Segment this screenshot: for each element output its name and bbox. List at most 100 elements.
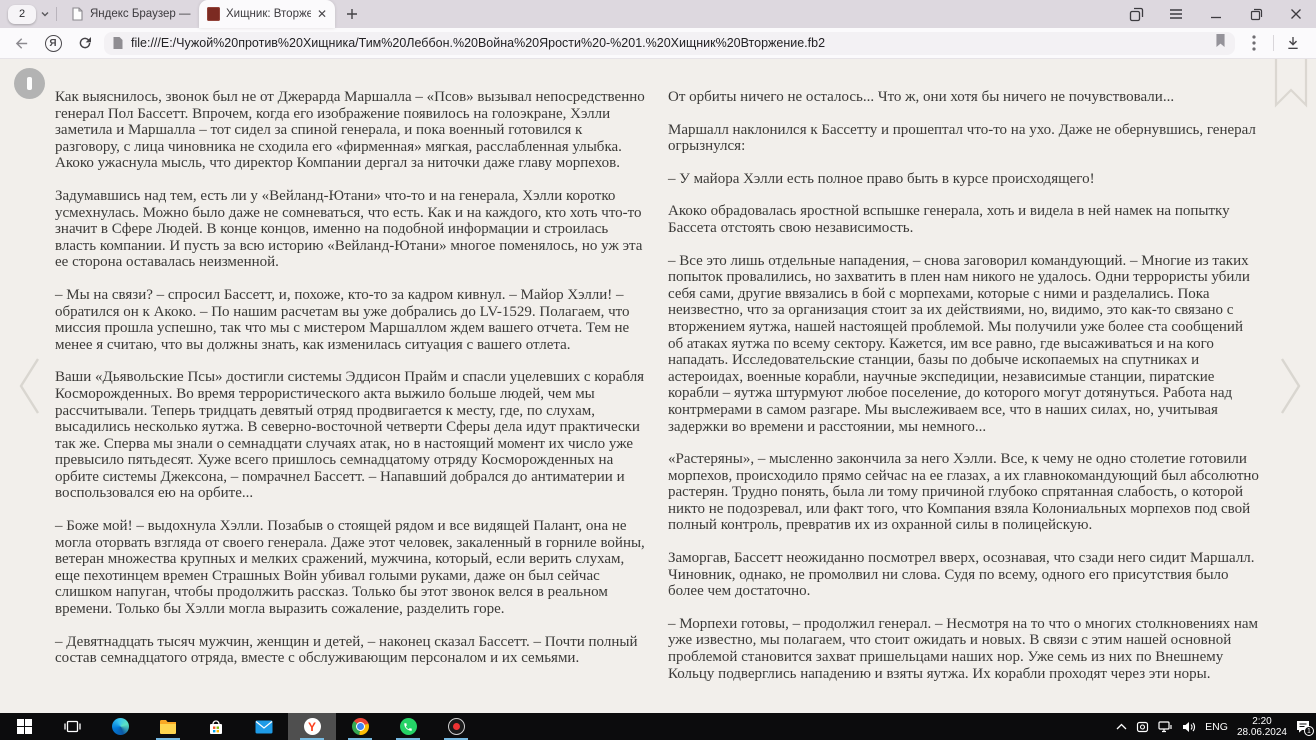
bookmark-ribbon-icon[interactable] [1274,59,1308,114]
chevron-left-icon [16,355,42,417]
taskbar-microsoft-store-button[interactable] [192,713,240,740]
tab-title: Яндекс Браузер — Выраж [90,8,191,20]
date-text: 28.06.2024 [1237,727,1287,738]
download-icon [1285,35,1301,51]
new-tab-button[interactable] [339,1,365,27]
paragraph: – Девятнадцать тысяч мужчин, женщин и де… [55,634,646,667]
taskbar-edge-button[interactable] [96,713,144,740]
bookmark-page-button[interactable] [1214,33,1227,53]
window-restore-button[interactable] [1236,0,1276,28]
paragraph: – Боже мой! – выдохнула Хэлли. Позабыв о… [55,518,646,618]
document-icon [71,7,84,21]
window-close-button[interactable] [1276,0,1316,28]
whatsapp-icon [400,718,417,735]
reload-button[interactable] [72,31,98,55]
browser-toolbar: Я file:///E:/Чужой%20против%20Хищника/Ти… [0,28,1316,59]
taskbar-screen-recorder-button[interactable] [432,713,480,740]
browser-menu-button[interactable] [1156,0,1196,28]
mail-icon [255,720,273,734]
tray-app-button[interactable] [1136,720,1149,733]
plus-icon [346,8,358,20]
browser-tab-bar: 2 Яндекс Браузер — Выраж Хищник: Вторжен… [0,0,1316,28]
taskbar-start-button[interactable] [0,713,48,740]
file-icon [112,36,124,50]
network-button[interactable] [1158,721,1173,733]
tray-expand-button[interactable] [1116,723,1127,730]
network-icon [1158,721,1173,733]
paragraph: «Растеряны», – мысленно закончила за нег… [668,451,1259,534]
chevron-down-icon [40,9,50,19]
taskbar-whatsapp-button[interactable] [384,713,432,740]
taskbar-mail-button[interactable] [240,713,288,740]
book-favicon-icon [207,7,220,21]
tab-list-chevron-button[interactable] [40,9,50,19]
downloads-button[interactable] [1280,31,1306,55]
restore-icon [1250,8,1263,21]
file-explorer-icon [159,719,177,734]
chevron-up-icon [1116,723,1127,730]
taskbar-chrome-button[interactable] [336,713,384,740]
url-text: file:///E:/Чужой%20против%20Хищника/Тим%… [131,36,1207,50]
paragraph: От орбиты ничего не осталось... Что ж, о… [668,89,1259,106]
tab-close-icon[interactable]: ✕ [317,8,327,20]
windows-taskbar: Y ENG 2:20 [0,713,1316,740]
time-text: 2:20 [1237,716,1287,727]
clock[interactable]: 2:20 28.06.2024 [1237,716,1287,738]
volume-button[interactable] [1182,721,1196,733]
reader-menu-button[interactable] [14,68,45,99]
paragraph: Маршалл наклонился к Бассетту и прошепта… [668,122,1259,155]
taskbar-task-view-button[interactable] [48,713,96,740]
address-bar[interactable]: file:///E:/Чужой%20против%20Хищника/Тим%… [104,32,1235,55]
microsoft-store-icon [208,719,224,735]
minimize-icon [1210,8,1222,20]
reader-menu-icon [27,77,32,90]
back-button[interactable] [8,31,34,55]
paragraph: Заморгав, Бассетт неожиданно посмотрел в… [668,550,1259,600]
tab-predator-invasion[interactable]: Хищник: Вторжение - Т ✕ [199,0,335,28]
yandex-browser-icon: Y [304,718,321,735]
taskbar-file-explorer-button[interactable] [144,713,192,740]
extensions-kebab-button[interactable] [1241,31,1267,55]
yandex-home-button[interactable]: Я [40,31,66,55]
edge-icon [112,718,129,735]
task-view-icon [64,719,81,734]
volume-icon [1182,721,1196,733]
paragraph: Акоко обрадовалась яростной вспышке гене… [668,203,1259,236]
paragraph: Как выяснилось, звонок был не от Джерард… [55,89,646,172]
windows-start-icon [17,719,32,734]
next-page-button[interactable] [1278,355,1304,422]
fb2-reader-page: Как выяснилось, звонок был не от Джерард… [0,59,1316,713]
paragraph: – У майора Хэлли есть полное право быть … [668,171,1259,188]
tab-counter-button[interactable]: 2 [8,5,36,24]
window-minimize-button[interactable] [1196,0,1236,28]
action-center-button[interactable]: 1 [1296,720,1310,733]
chevron-right-icon [1278,355,1304,417]
paragraph: Задумавшись над тем, есть ли у «Вейланд-… [55,188,646,271]
bookmark-flag-icon [1214,33,1227,48]
language-indicator[interactable]: ENG [1205,721,1228,733]
back-arrow-icon [13,35,30,52]
book-text-columns: Как выяснилось, звонок был не от Джерард… [0,59,1316,698]
book-column-left: Как выяснилось, звонок был не от Джерард… [55,89,646,698]
paragraph: – Мы на связи? – спросил Бассетт, и, пох… [55,287,646,353]
paragraph: – Морпехи готовы, – продолжил генерал. –… [668,616,1259,682]
tray-app-icon [1136,720,1149,733]
close-icon [1290,8,1302,20]
reload-icon [77,35,93,51]
notification-count-badge: 1 [1304,726,1314,736]
book-column-right: От орбиты ничего не осталось... Что ж, о… [668,89,1259,698]
tab-groups-button[interactable] [1116,0,1156,28]
tab-title: Хищник: Вторжение - Т [226,8,311,20]
tab-yandex-start-page[interactable]: Яндекс Браузер — Выраж [63,0,199,28]
hamburger-menu-icon [1169,8,1183,20]
paragraph: Ваши «Дьявольские Псы» достигли системы … [55,369,646,502]
yandex-letter-icon: Я [45,35,62,52]
toolbar-divider [1273,35,1274,51]
paragraph: – Все это лишь отдельные нападения, – сн… [668,253,1259,436]
previous-page-button[interactable] [16,355,42,422]
taskbar-yandex-browser-button[interactable]: Y [288,713,336,740]
tab-groups-icon [1129,7,1144,22]
kebab-menu-icon [1252,35,1256,51]
chrome-icon [352,718,369,735]
system-tray: ENG 2:20 28.06.2024 1 [1116,713,1316,740]
